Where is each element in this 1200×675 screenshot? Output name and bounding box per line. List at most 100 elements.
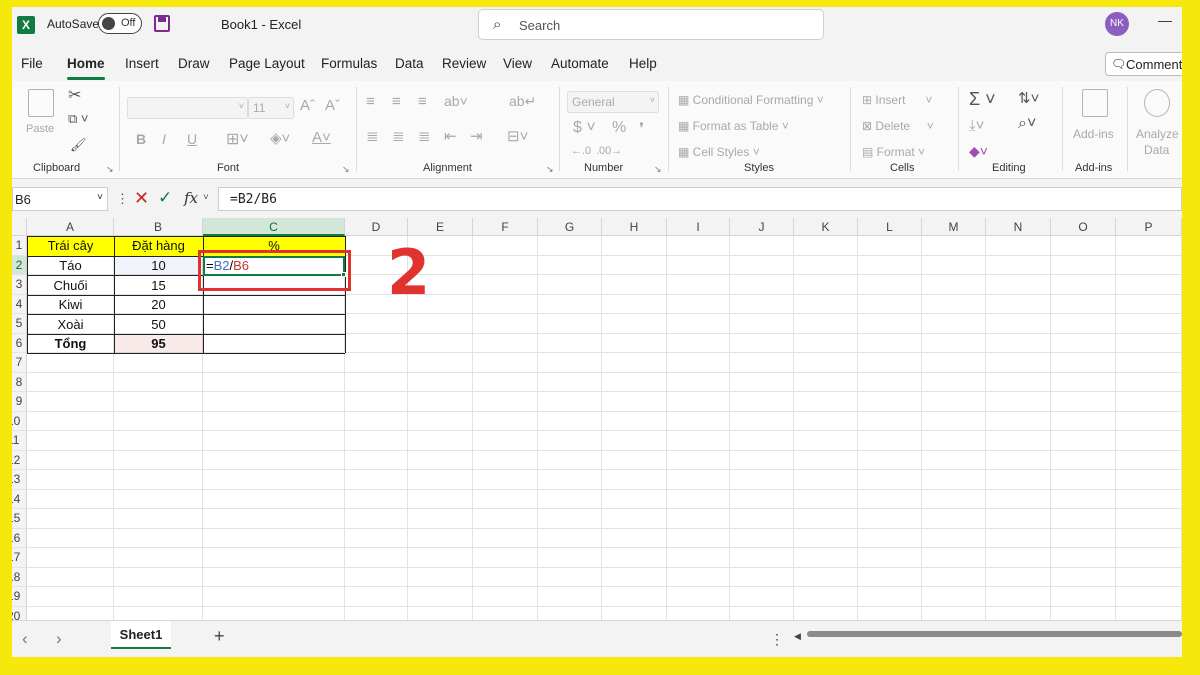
tab-review[interactable]: Review (442, 56, 486, 71)
horizontal-scrollbar[interactable] (807, 631, 1182, 637)
row-header-14[interactable]: 14 (12, 489, 27, 509)
increase-decimal-icon[interactable]: ←.0 (571, 145, 591, 157)
column-header-b[interactable]: B (114, 218, 203, 236)
conditional-formatting-button[interactable]: ▦ Conditional Formatting ˅ (678, 93, 824, 107)
tab-automate[interactable]: Automate (551, 56, 609, 71)
copy-icon[interactable]: ⧉ ˅ (68, 111, 89, 127)
font-color-icon[interactable]: A˅ (312, 129, 331, 146)
tab-insert[interactable]: Insert (125, 56, 159, 71)
row-header-19[interactable]: 19 (12, 587, 27, 607)
tab-file[interactable]: File (21, 56, 43, 71)
tab-page-layout[interactable]: Page Layout (229, 56, 305, 71)
cell-a4[interactable]: Kiwi (27, 295, 114, 314)
row-header-4[interactable]: 4 (12, 294, 27, 314)
column-header-h[interactable]: H (602, 218, 667, 236)
italic-button[interactable]: I (162, 131, 166, 147)
worksheet-grid[interactable]: ABCDEFGHIJKLMNOP 12345678910111213141516… (12, 218, 1182, 620)
clipboard-launcher-icon[interactable]: ↘ (106, 164, 114, 175)
grow-font-icon[interactable]: Aˆ (300, 97, 315, 114)
column-header-e[interactable]: E (408, 218, 473, 236)
save-icon[interactable] (154, 15, 170, 32)
column-header-j[interactable]: J (730, 218, 794, 236)
column-header-p[interactable]: P (1116, 218, 1182, 236)
format-painter-icon[interactable]: 🖌 (70, 137, 87, 153)
bold-button[interactable]: B (136, 131, 146, 147)
insert-function-icon[interactable]: fx (184, 189, 198, 207)
analyze-data-icon[interactable] (1144, 89, 1170, 117)
column-header-a[interactable]: A (27, 218, 114, 236)
row-header-2[interactable]: 2 (12, 255, 27, 275)
search-box[interactable]: ⌕ Search (478, 9, 824, 40)
name-box[interactable]: B6 ˅ (12, 187, 108, 211)
row-header-9[interactable]: 9 (12, 392, 27, 412)
format-as-table-button[interactable]: ▦ Format as Table ˅ (678, 119, 789, 133)
column-header-l[interactable]: L (858, 218, 922, 236)
align-top-icon[interactable]: ≡ (366, 93, 375, 110)
paste-icon[interactable] (28, 89, 54, 117)
orientation-icon[interactable]: ab˅ (444, 93, 468, 109)
align-center-icon[interactable]: ≣ (392, 127, 405, 145)
autosave-toggle[interactable]: Off (98, 13, 142, 34)
fill-color-icon[interactable]: ◈˅ (270, 129, 290, 147)
wrap-text-icon[interactable]: ab↵ (509, 93, 536, 110)
decrease-indent-icon[interactable]: ⇤ (444, 127, 457, 145)
column-header-m[interactable]: M (922, 218, 986, 236)
cell-b1[interactable]: Đặt hàng (114, 236, 203, 256)
tab-draw[interactable]: Draw (178, 56, 210, 71)
row-header-6[interactable]: 6 (12, 333, 27, 353)
currency-icon[interactable]: $ ˅ (573, 119, 596, 137)
formula-input[interactable]: =B2/B6 (218, 187, 1182, 211)
row-header-13[interactable]: 13 (12, 470, 27, 490)
scroll-left-icon[interactable]: ◀ (794, 631, 801, 642)
decrease-decimal-icon[interactable]: .00→ (596, 145, 622, 157)
clear-icon[interactable]: ◆˅ (969, 143, 988, 160)
tab-formulas[interactable]: Formulas (321, 56, 377, 71)
column-header-o[interactable]: O (1051, 218, 1116, 236)
alignment-launcher-icon[interactable]: ↘ (546, 164, 554, 175)
align-right-icon[interactable]: ≣ (418, 127, 431, 145)
more-options-icon[interactable]: ⋮ (770, 631, 784, 648)
font-launcher-icon[interactable]: ↘ (342, 164, 350, 175)
sort-filter-icon[interactable]: ⇅˅ (1018, 89, 1039, 107)
cell-b4[interactable]: 20 (114, 295, 203, 314)
percent-icon[interactable]: % (612, 119, 626, 137)
fill-icon[interactable]: ⤓˅ (969, 117, 984, 134)
more-options-icon[interactable]: ⋮ (116, 191, 129, 207)
underline-button[interactable]: U (187, 131, 197, 147)
add-ins-icon[interactable] (1082, 89, 1108, 117)
find-select-icon[interactable]: ⌕˅ (1018, 115, 1036, 133)
cell-b2[interactable]: 10 (114, 256, 203, 275)
cell-b3[interactable]: 15 (114, 276, 203, 295)
minimize-icon[interactable]: — (1158, 12, 1172, 28)
row-header-18[interactable]: 18 (12, 567, 27, 587)
add-sheet-icon[interactable]: + (214, 626, 225, 647)
number-launcher-icon[interactable]: ↘ (654, 164, 662, 175)
column-header-d[interactable]: D (345, 218, 408, 236)
row-header-7[interactable]: 7 (12, 353, 27, 373)
comma-icon[interactable]: ❜ (639, 119, 644, 139)
row-header-8[interactable]: 8 (12, 372, 27, 392)
chevron-right-icon[interactable]: › (56, 629, 62, 649)
cell-styles-button[interactable]: ▦ Cell Styles ˅ (678, 145, 760, 159)
select-all-corner[interactable] (12, 218, 27, 236)
autosum-icon[interactable]: Σ ˅ (969, 89, 996, 110)
cell-b6[interactable]: 95 (114, 334, 203, 353)
cut-icon[interactable]: ✂ (68, 85, 81, 105)
cell-b5[interactable]: 50 (114, 315, 203, 334)
align-middle-icon[interactable]: ≡ (392, 93, 401, 110)
enter-check-icon[interactable]: ✓ (158, 188, 172, 208)
row-header-15[interactable]: 15 (12, 509, 27, 529)
sheet-tab-sheet1[interactable]: Sheet1 (111, 621, 171, 649)
column-header-n[interactable]: N (986, 218, 1051, 236)
avatar[interactable]: NK (1105, 12, 1129, 36)
align-bottom-icon[interactable]: ≡ (418, 93, 427, 110)
row-header-5[interactable]: 5 (12, 314, 27, 334)
row-header-16[interactable]: 16 (12, 528, 27, 548)
merge-center-icon[interactable]: ⊟˅ (507, 127, 528, 145)
insert-cells-button[interactable]: ⊞ Insert ˅ (862, 93, 932, 107)
increase-indent-icon[interactable]: ⇥ (470, 127, 483, 145)
chevron-down-icon[interactable]: ˅ (203, 192, 209, 203)
delete-cells-button[interactable]: ⊠ Delete ˅ (862, 119, 934, 133)
column-header-i[interactable]: I (667, 218, 730, 236)
cell-a2[interactable]: Táo (27, 256, 114, 275)
